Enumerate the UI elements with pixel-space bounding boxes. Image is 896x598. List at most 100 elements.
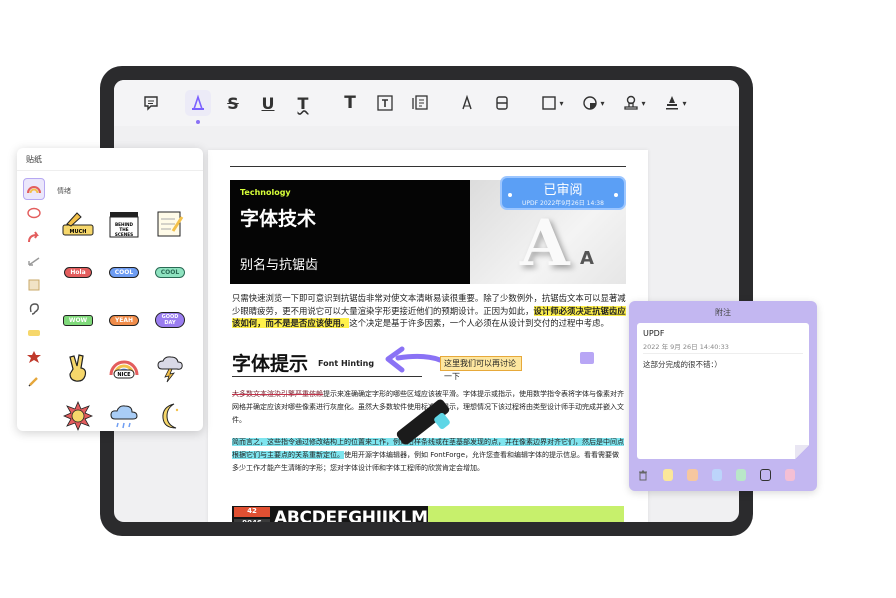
chevron-down-icon: ▾ <box>641 98 646 108</box>
sticker-categories <box>23 178 45 394</box>
category-bubble-icon[interactable] <box>23 202 45 224</box>
stamp-handle[interactable] <box>614 193 618 197</box>
green-block <box>428 506 624 522</box>
stamp-label: 已审阅 <box>543 183 583 198</box>
section-heading: 字体提示 <box>232 353 309 375</box>
sticker-behind-scenes[interactable]: BEHIND THE SCENES <box>101 200 147 248</box>
category-arrow-icon[interactable] <box>23 226 45 248</box>
category-ear-icon[interactable] <box>23 298 45 320</box>
sticker-good-day[interactable]: GOOD DAY <box>147 296 193 344</box>
sticker-peace-hand[interactable] <box>55 344 101 392</box>
text-glyph: T <box>344 93 356 113</box>
eraser-icon[interactable] <box>489 90 515 116</box>
color-swatch-green[interactable] <box>735 469 747 481</box>
chevron-down-icon: ▾ <box>682 98 687 108</box>
sticker-rain-cloud[interactable] <box>101 392 147 440</box>
sticker-storm-cloud[interactable] <box>147 344 193 392</box>
underline-icon[interactable]: U <box>255 90 281 116</box>
underline-glyph: U <box>261 93 275 113</box>
title-banner: Technology 字体技术 别名与抗锯齿 <box>230 180 470 284</box>
area-icon[interactable]: ▾ <box>577 90 609 116</box>
note-text[interactable]: 这部分完成的很不错：） <box>643 359 722 370</box>
stage: 贴纸 情绪 MUCH BEHIND THE SCENES Hola COOL C… <box>0 0 896 598</box>
squiggly-icon[interactable]: T <box>290 90 316 116</box>
note-panel: 附注 UPDF 2022 年 9月 26日 14:40:33 这部分完成的很不错… <box>629 301 817 491</box>
pencil-icon[interactable] <box>454 90 480 116</box>
page-subtitle: 别名与抗锯齿 <box>240 258 319 273</box>
stamp-icon[interactable]: ▾ <box>618 90 650 116</box>
category-check-icon[interactable] <box>23 250 45 272</box>
sticker-sun[interactable] <box>55 392 101 440</box>
sticker-grid: MUCH BEHIND THE SCENES Hola COOL COOL WOW <box>55 200 195 440</box>
sticker-hola-text: Hola <box>64 266 92 278</box>
color-swatch-yellow[interactable] <box>663 469 674 481</box>
letter-a-large: A <box>520 206 570 281</box>
section-heading-english: Font Hinting <box>318 359 375 368</box>
text-comment-box[interactable]: 这里我们可以再讨论一下 <box>440 356 522 381</box>
note-timestamp: 2022 年 9月 26日 14:40:33 <box>643 343 729 351</box>
letter-a-small: A <box>580 248 594 269</box>
sticker-wow[interactable]: WOW <box>55 296 101 344</box>
category-burst-icon[interactable] <box>23 346 45 368</box>
category-pencil-icon[interactable] <box>23 370 45 392</box>
chevron-down-icon: ▾ <box>559 98 564 108</box>
category-note-icon[interactable] <box>23 274 45 296</box>
category-label: 情绪 <box>57 187 71 195</box>
paragraph-intro: 只需快速浏览一下即可意识到抗锯齿非常对使文本清晰易读很重要。除了少数例外，抗锯齿… <box>232 292 626 330</box>
sticker-cool[interactable]: COOL <box>101 248 147 296</box>
color-swatch-pink[interactable] <box>784 469 795 481</box>
pdf-page: Technology 字体技术 别名与抗锯齿 A A 已审阅 UPDF 2022… <box>208 150 648 522</box>
trash-icon[interactable] <box>637 468 649 482</box>
sticker-cool-green[interactable]: COOL <box>147 248 193 296</box>
stamp-meta: UPDF 2022年9月26日 14:38 <box>522 200 604 207</box>
sticker-rainbow-nice[interactable]: NICE <box>101 344 147 392</box>
sticky-note-icon[interactable] <box>580 352 594 364</box>
shape-icon[interactable]: ▾ <box>536 90 568 116</box>
strikethrough-glyph: S <box>227 93 239 113</box>
chevron-down-icon: ▾ <box>600 98 605 108</box>
text-callout-icon[interactable] <box>407 90 433 116</box>
note-color-bar <box>637 467 809 483</box>
category-rainbow-icon[interactable] <box>23 178 45 200</box>
strikethrough-icon[interactable]: S <box>220 90 246 116</box>
alphabet-letters: ABCDEFGHIJKLMNO <box>274 508 428 522</box>
divider <box>232 376 422 377</box>
tech-label: Technology <box>240 188 291 197</box>
divider <box>17 170 203 171</box>
sticker-yeah[interactable]: YEAH <box>101 296 147 344</box>
sticker-panel-title: 贴纸 <box>26 155 42 164</box>
sticker-panel: 贴纸 情绪 MUCH BEHIND THE SCENES Hola COOL C… <box>17 148 203 431</box>
number-tag: 9046 <box>234 519 270 522</box>
note-panel-title: 附注 <box>715 308 731 317</box>
reviewed-stamp[interactable]: 已审阅 UPDF 2022年9月26日 14:38 <box>500 176 626 210</box>
arrow-annotation[interactable] <box>384 346 442 374</box>
color-swatch-blue[interactable] <box>711 469 722 481</box>
sticker-notepad[interactable] <box>147 200 193 248</box>
sticker-hola[interactable]: Hola <box>55 248 101 296</box>
color-swatch-orange[interactable] <box>687 469 698 481</box>
annotation-toolbar: S U T T ▾ ▾ ▾ ▾ <box>114 80 739 126</box>
sticker-nice-text: NICE <box>117 372 131 378</box>
comment-icon[interactable] <box>138 90 164 116</box>
sticker-much-text: MUCH <box>70 229 87 235</box>
sticker-yeah-text: YEAH <box>108 314 140 326</box>
stamp-handle[interactable] <box>508 193 512 197</box>
sticker-moon[interactable] <box>147 392 193 440</box>
paragraph-text: 这个决定是基于许多因素，一个人必须在从设计到交付的过程中考虑。 <box>349 318 609 329</box>
sticker-wow-text: WOW <box>62 314 94 326</box>
highlight-pen-icon[interactable] <box>185 90 211 124</box>
category-label-icon[interactable] <box>23 322 45 344</box>
paragraph-instructions: 简而言之，这些指令通过修改结构上的位置来工作，例如沿样条线或在茎基部发现的点，并… <box>232 436 626 475</box>
textbox-icon[interactable] <box>372 90 398 116</box>
note-author: UPDF <box>643 329 665 338</box>
page-title: 字体技术 <box>240 208 317 230</box>
signature-icon[interactable]: ▾ <box>659 90 691 116</box>
number-tag: 42 <box>234 507 270 517</box>
svg-text:SCENES: SCENES <box>115 232 133 237</box>
sticker-good-day-text: GOOD DAY <box>155 312 185 328</box>
strikethrough-text[interactable]: 大多数文本渲染引擎严重依赖 <box>232 390 323 398</box>
color-swatch-purple-selected[interactable] <box>760 469 771 481</box>
text-icon[interactable]: T <box>337 90 363 116</box>
note-card[interactable]: UPDF 2022 年 9月 26日 14:40:33 这部分完成的很不错：） <box>637 323 809 459</box>
sticker-much[interactable]: MUCH <box>55 200 101 248</box>
